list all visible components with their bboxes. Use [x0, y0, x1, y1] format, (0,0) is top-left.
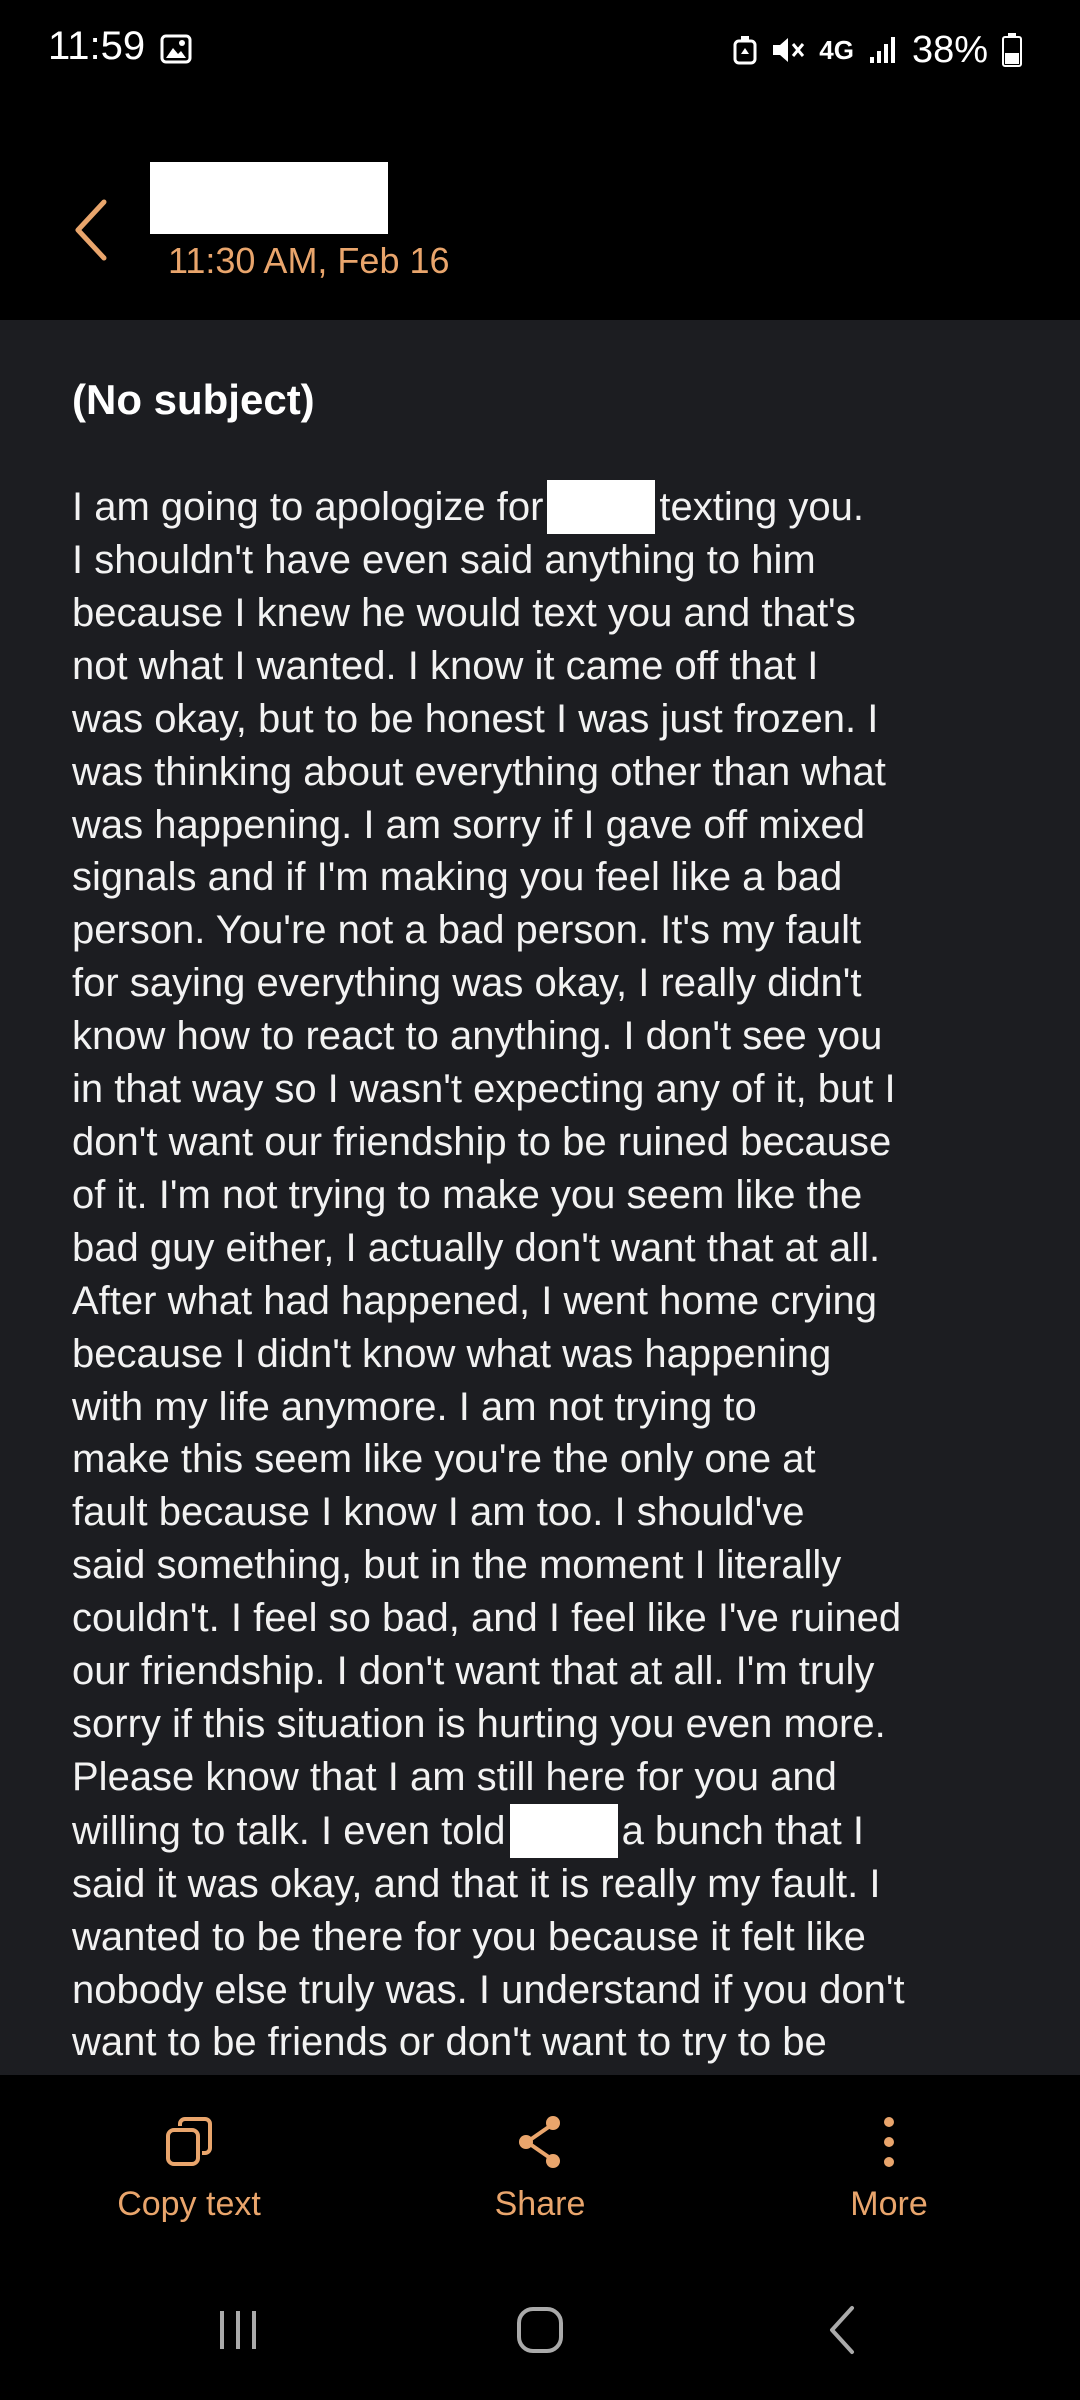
redacted-name	[509, 1803, 618, 1858]
message-line: our friendship. I don't want that at all…	[72, 1649, 875, 1694]
message-line: fault because I know I am too. I should'…	[72, 1490, 805, 1535]
copy-icon	[166, 2117, 212, 2166]
message-line: was okay, but to be honest I was just fr…	[72, 696, 879, 741]
recents-button[interactable]	[198, 2295, 278, 2365]
message-line: with my life anymore. I am not trying to	[72, 1384, 757, 1429]
more-button[interactable]: More	[759, 2111, 1019, 2224]
message-line: nobody else truly was. I understand if y…	[72, 1967, 905, 2012]
home-button[interactable]	[500, 2295, 580, 2365]
network-4g-icon: 4G	[819, 34, 854, 65]
navigation-bar	[0, 2255, 1080, 2400]
share-button[interactable]: Share	[410, 2111, 670, 2224]
message-line-text: willing to talk. I even told	[72, 1808, 506, 1853]
share-label: Share	[494, 2185, 586, 2223]
status-time: 11:59	[48, 24, 146, 68]
back-icon	[830, 2306, 854, 2354]
message-subject: (No subject)	[72, 376, 315, 423]
message-line: make this seem like you're the only one …	[72, 1437, 816, 1482]
message-line-text: texting you.	[659, 485, 864, 529]
message-line-text: I am going to apologize for	[72, 485, 544, 529]
message-line: for saying everything was okay, I really…	[72, 961, 862, 1006]
sender-name-redacted	[150, 162, 388, 234]
message-line: bad guy either, I actually don't want th…	[72, 1225, 881, 1270]
message-line: said it was okay, and that it is really …	[72, 1861, 881, 1906]
recents-icon	[220, 2311, 256, 2349]
gallery-icon	[160, 34, 192, 64]
message-line: not what I wanted. I know it came off th…	[72, 643, 819, 688]
message-line: because I didn't know what was happening	[72, 1331, 832, 1376]
message-line: willing to talk. I even told a bunch that…	[72, 1803, 1062, 1858]
message-line: of it. I'm not trying to make you seem l…	[72, 1172, 863, 1217]
message-line: I am going to apologize for texting you.	[72, 480, 1062, 534]
share-icon	[519, 2116, 560, 2168]
message-header: 11:30 AM, Feb 16	[0, 100, 1080, 320]
message-line: Please know that I am still here for you…	[72, 1754, 837, 1799]
battery-percent: 38%	[911, 28, 988, 71]
recycle-icon	[733, 36, 757, 65]
message-line: said something, but in the moment I lite…	[72, 1543, 842, 1588]
back-button[interactable]	[60, 190, 120, 270]
message-content[interactable]: (No subject) I am going to apologize for…	[0, 320, 1080, 2075]
mute-icon	[773, 38, 805, 62]
message-line: couldn't. I feel so bad, and I feel like…	[72, 1596, 902, 1641]
message-line: in that way so I wasn't expecting any of…	[72, 1067, 896, 1112]
message-body: I am going to apologize for texting you. I…	[72, 480, 1062, 2069]
redacted-name	[547, 480, 656, 534]
signal-icon	[869, 37, 895, 63]
message-line: was thinking about everything other than…	[72, 749, 886, 794]
message-date: 11:30 AM, Feb 16	[168, 240, 450, 281]
copy-text-label: Copy text	[117, 2185, 261, 2223]
message-line: want to be friends or don't want to try …	[72, 2020, 827, 2065]
message-line: don't want our friendship to be ruined b…	[72, 1119, 892, 1164]
message-line-text: a bunch that I	[621, 1808, 864, 1853]
message-line: person. You're not a bad person. It's my…	[72, 908, 862, 953]
more-label: More	[850, 2185, 928, 2223]
message-line: After what had happened, I went home cry…	[72, 1278, 877, 1323]
message-line: I shouldn't have even said anything to h…	[72, 538, 816, 582]
message-line: know how to react to anything. I don't s…	[72, 1014, 883, 1059]
status-bar: 11:59 4G 38%	[0, 0, 1080, 100]
battery-icon	[1002, 33, 1022, 67]
nav-back-button[interactable]	[802, 2295, 882, 2365]
message-line: wanted to be there for you because it fe…	[72, 1914, 866, 1959]
message-line: sorry if this situation is hurting you e…	[72, 1701, 886, 1746]
action-bar: Copy text Share More	[0, 2075, 1080, 2255]
status-icons: 4G 38%	[733, 24, 1022, 76]
message-line: signals and if I'm making you feel like …	[72, 855, 843, 900]
more-vertical-icon	[884, 2117, 894, 2167]
message-line: because I knew he would text you and tha…	[72, 590, 856, 635]
message-line: was happening. I am sorry if I gave off …	[72, 802, 865, 847]
copy-text-button[interactable]: Copy text	[59, 2111, 319, 2224]
home-icon	[517, 2307, 563, 2353]
